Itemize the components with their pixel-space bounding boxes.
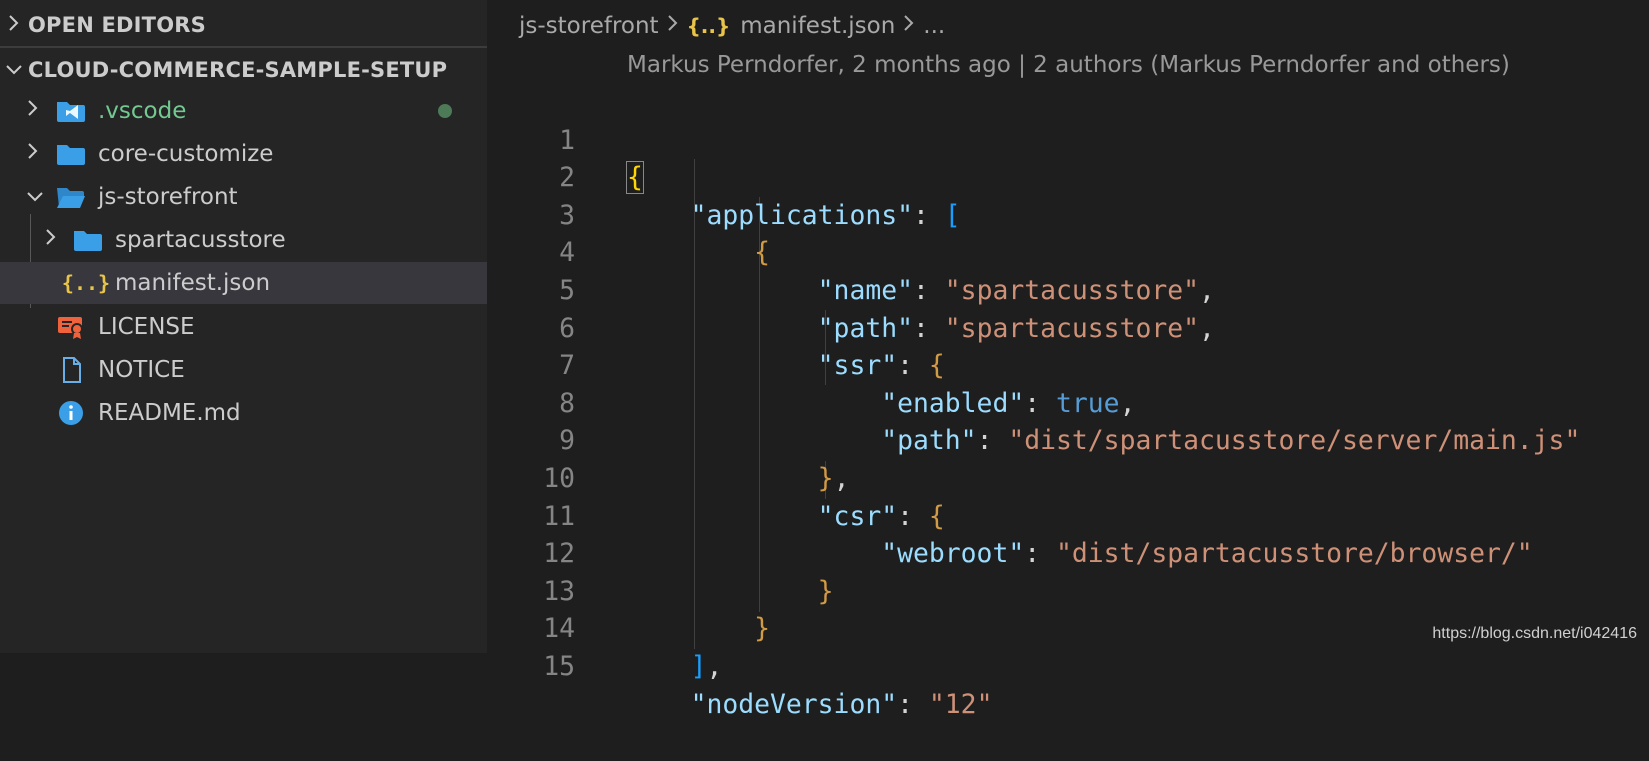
- git-blame-codelens[interactable]: Markus Perndorfer, 2 months ago | 2 auth…: [627, 52, 1510, 78]
- tree-item-vscode[interactable]: .vscode: [0, 90, 487, 132]
- breadcrumb-file[interactable]: manifest.json: [740, 13, 895, 39]
- chevron-right-icon: [22, 98, 44, 124]
- explorer-sidebar: OPEN EDITORS CLOUD-COMMERCE-SAMPLE-SETUP…: [0, 0, 487, 653]
- code-area[interactable]: 1 { 2 "applications": [ 3 { 4 "name": "s…: [487, 84, 1649, 720]
- info-icon: [55, 399, 87, 427]
- chevron-right-icon: [667, 13, 679, 39]
- tree-item-label: LICENSE: [98, 314, 195, 340]
- tree-item-manifest-json[interactable]: {..} manifest.json: [0, 262, 487, 304]
- chevron-down-icon: [24, 184, 46, 210]
- comma: ,: [706, 650, 723, 682]
- code-line: 6 "ssr": {: [487, 272, 1649, 382]
- code-line: 9 },: [487, 385, 1649, 494]
- chevron-right-icon: [22, 141, 44, 167]
- editor-pane: js-storefront {..} manifest.json ... Mar…: [487, 0, 1649, 720]
- json-file-icon: {..}: [686, 14, 731, 38]
- file-icon: [55, 356, 87, 384]
- code-line: 8 "path": "dist/spartacusstore/server/ma…: [487, 347, 1649, 457]
- chevron-right-icon: [0, 13, 28, 38]
- tree-item-label: manifest.json: [115, 270, 271, 296]
- vscode-folder-icon: [55, 97, 87, 125]
- line-number: 15: [543, 650, 575, 682]
- json-string: "12": [928, 688, 993, 720]
- tree-item-label: js-storefront: [98, 184, 238, 210]
- tree-item-readme[interactable]: README.md: [0, 392, 487, 434]
- license-icon: [55, 313, 87, 341]
- tree-item-label: core-customize: [98, 141, 274, 167]
- code-line: 12 }: [487, 498, 1649, 607]
- colon: :: [897, 688, 914, 720]
- tree-item-label: README.md: [98, 400, 241, 426]
- tree-item-label: .vscode: [98, 98, 187, 124]
- tree-item-js-storefront[interactable]: js-storefront: [0, 176, 487, 218]
- code-line: 1 {: [487, 84, 1649, 195]
- code-line: 3 {: [487, 159, 1649, 269]
- code-line: 13 }: [487, 535, 1649, 645]
- code-line: 4 "name": "spartacusstore",: [487, 197, 1649, 306]
- folder-icon: [72, 226, 104, 254]
- chevron-right-icon: [40, 227, 62, 253]
- modified-dot-icon: [438, 104, 452, 118]
- code-line: 10 "csr": {: [487, 422, 1649, 532]
- tree-item-license[interactable]: LICENSE: [0, 306, 487, 348]
- json-key: "nodeVersion": [690, 688, 898, 720]
- code-line: 2 "applications": [: [487, 122, 1649, 231]
- code-line: 14 ],: [487, 573, 1649, 682]
- folder-icon: [55, 140, 87, 168]
- tree-item-core-customize[interactable]: core-customize: [0, 133, 487, 175]
- tree-item-spartacusstore[interactable]: spartacusstore: [0, 219, 487, 261]
- breadcrumb-more[interactable]: ...: [923, 13, 945, 39]
- folder-open-icon: [55, 183, 87, 211]
- chevron-down-icon: [0, 58, 28, 82]
- json-file-icon: {..}: [61, 271, 111, 295]
- tree-item-label: NOTICE: [98, 357, 185, 383]
- chevron-right-icon: [903, 13, 915, 39]
- open-editors-header[interactable]: OPEN EDITORS: [0, 4, 487, 48]
- code-line: 11 "webroot": "dist/spartacusstore/brows…: [487, 460, 1649, 570]
- bracket-close: ]: [690, 650, 707, 682]
- project-root-label: CLOUD-COMMERCE-SAMPLE-SETUP: [28, 58, 448, 82]
- code-line: 5 "path": "spartacusstore",: [487, 234, 1649, 344]
- code-line: 7 "enabled": true,: [487, 310, 1649, 419]
- breadcrumb: js-storefront {..} manifest.json ...: [519, 6, 945, 46]
- open-editors-label: OPEN EDITORS: [28, 13, 206, 37]
- tree-item-notice[interactable]: NOTICE: [0, 349, 487, 391]
- breadcrumb-folder[interactable]: js-storefront: [519, 13, 659, 39]
- tree-item-label: spartacusstore: [115, 227, 286, 253]
- watermark: https://blog.csdn.net/i042416: [1432, 625, 1637, 642]
- project-root-header[interactable]: CLOUD-COMMERCE-SAMPLE-SETUP: [0, 48, 487, 92]
